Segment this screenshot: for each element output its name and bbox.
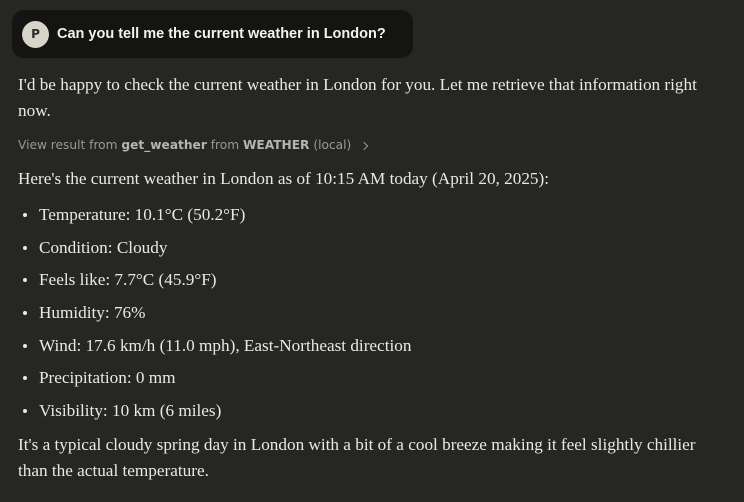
user-message-bubble: P Can you tell me the current weather in… (12, 10, 413, 58)
list-item-text: Condition: Cloudy (39, 237, 168, 257)
list-item: Feels like: 7.7°C (45.9°F) (18, 264, 411, 297)
list-item: Condition: Cloudy (18, 232, 411, 265)
tool-result-prefix: View result from (18, 138, 118, 152)
tool-server-name: WEATHER (242, 138, 310, 152)
bullet-icon (23, 376, 27, 381)
list-item-text: Visibility: 10 km (6 miles) (39, 400, 222, 420)
bullet-icon (23, 311, 27, 316)
view-tool-result-link[interactable]: View result from get_weather from WEATHE… (18, 138, 369, 152)
bullet-icon (23, 278, 27, 283)
bullet-icon (23, 245, 27, 250)
bullet-icon (23, 343, 27, 348)
list-item-text: Humidity: 76% (39, 303, 146, 323)
tool-server-scope: (local) (313, 138, 352, 152)
list-item-text: Precipitation: 0 mm (39, 368, 176, 388)
weather-details-list: Temperature: 10.1°C (50.2°F) Condition: … (18, 199, 411, 427)
list-item: Precipitation: 0 mm (18, 362, 411, 395)
bullet-icon (23, 213, 27, 218)
weather-result-heading: Here's the current weather in London as … (18, 169, 550, 188)
bullet-icon (23, 408, 27, 413)
tool-from-word: from (210, 138, 240, 152)
list-item: Humidity: 76% (18, 297, 411, 330)
assistant-intro-text: I'd be happy to check the current weathe… (18, 75, 697, 120)
list-item: Visibility: 10 km (6 miles) (18, 395, 411, 428)
tool-name: get_weather (121, 138, 207, 152)
chevron-right-icon (359, 141, 369, 150)
list-item-text: Feels like: 7.7°C (45.9°F) (39, 270, 217, 290)
user-message-text: Can you tell me the current weather in L… (57, 26, 386, 42)
list-item-text: Wind: 17.6 km/h (11.0 mph), East-Northea… (39, 335, 412, 355)
list-item: Temperature: 10.1°C (50.2°F) (18, 199, 411, 232)
list-item: Wind: 17.6 km/h (11.0 mph), East-Northea… (18, 329, 411, 362)
list-item-text: Temperature: 10.1°C (50.2°F) (39, 205, 246, 225)
user-avatar[interactable]: P (22, 20, 49, 48)
assistant-summary-text: It's a typical cloudy spring day in Lond… (18, 435, 696, 480)
